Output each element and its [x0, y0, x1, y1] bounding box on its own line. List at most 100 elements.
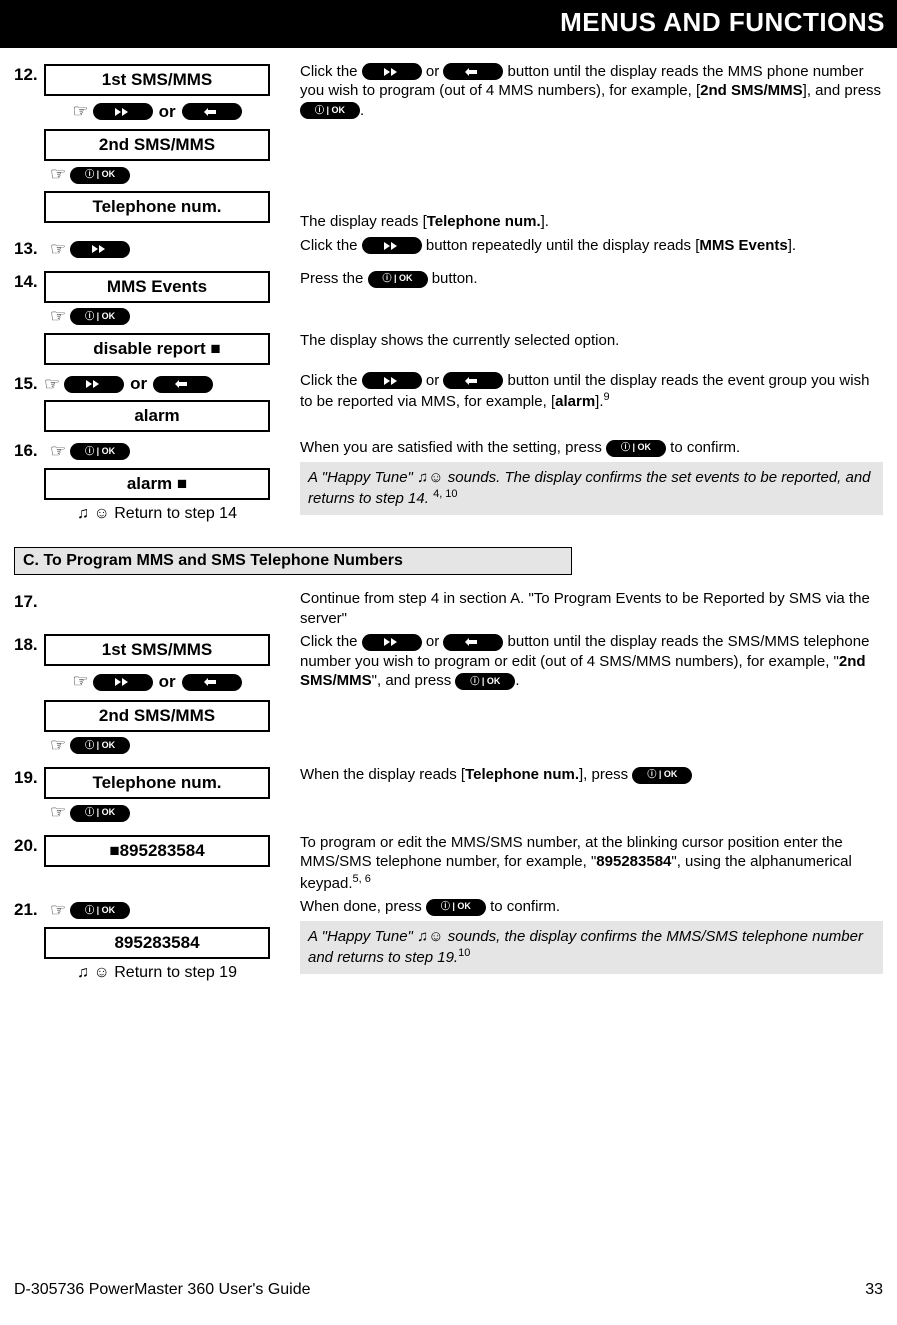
text: . [360, 102, 364, 119]
ok-icon: ⓘ | OK [70, 308, 130, 325]
return-text: ♫ ☺ Return to step 14 [44, 504, 270, 525]
step-13-desc: Click the button repeatedly until the di… [294, 236, 883, 256]
ok-icon: ⓘ | OK [300, 102, 360, 119]
back-icon [443, 63, 503, 80]
forward-icon [70, 241, 130, 258]
display-1st-sms: 1st SMS/MMS [44, 634, 270, 666]
back-icon [443, 372, 503, 389]
happy-tune-note: A "Happy Tune" ♫☺ sounds, the display co… [300, 921, 883, 974]
footnote-ref: 4, 10 [433, 488, 457, 500]
ok-icon: ⓘ | OK [70, 737, 130, 754]
hand-icon: ☞ [50, 801, 66, 824]
or-label: or [159, 671, 176, 693]
content-area: 12. 1st SMS/MMS ☞ or 2nd SMS/MMS ☞ ⓘ | O… [0, 48, 897, 988]
back-icon [182, 674, 242, 691]
hand-icon: ☞ [50, 899, 66, 922]
step-number: 17. [14, 589, 44, 613]
text: or [422, 372, 444, 389]
text: to confirm. [666, 439, 740, 456]
step-14-desc: Press the ⓘ | OK button. [300, 269, 883, 289]
forward-icon [362, 634, 422, 651]
step-number: 18. [14, 632, 44, 656]
forward-icon [93, 103, 153, 120]
hand-icon: ☞ [72, 100, 88, 123]
display-1st-sms: 1st SMS/MMS [44, 64, 270, 96]
text-bold: Telephone num. [465, 766, 579, 783]
back-icon [153, 376, 213, 393]
hand-icon: ☞ [44, 373, 60, 396]
text: When the display reads [ [300, 766, 465, 783]
forward-icon [362, 237, 422, 254]
section-c-header: C. To Program MMS and SMS Telephone Numb… [14, 547, 572, 576]
forward-icon [362, 63, 422, 80]
step-number: 15. [14, 371, 44, 395]
return-text: ♫ ☺ Return to step 19 [44, 963, 270, 984]
display-number-confirmed: 895283584 [44, 927, 270, 959]
page-header: MENUS AND FUNCTIONS [0, 0, 897, 48]
text: or [422, 63, 444, 80]
step-16-desc: When you are satisfied with the setting,… [300, 438, 883, 458]
step-14-desc2: The display shows the currently selected… [300, 331, 883, 351]
display-telephone-num: Telephone num. [44, 767, 270, 799]
text: When done, press [300, 898, 426, 915]
text: A "Happy Tune" [308, 928, 417, 945]
text: Click the [300, 372, 362, 389]
or-label: or [159, 101, 176, 123]
text: . [515, 672, 519, 689]
footnote-ref: 10 [458, 947, 470, 959]
step-15-desc: Click the or button until the display re… [294, 371, 883, 412]
ok-icon: ⓘ | OK [70, 443, 130, 460]
hand-icon: ☞ [50, 305, 66, 328]
hand-icon: ☞ [50, 238, 66, 261]
forward-icon [93, 674, 153, 691]
ok-icon: ⓘ | OK [455, 673, 515, 690]
step-17-desc: Continue from step 4 in section A. "To P… [294, 589, 883, 628]
text-bold: Telephone num. [427, 213, 541, 230]
happy-tune-note: A "Happy Tune" ♫☺ sounds. The display co… [300, 462, 883, 515]
text: or [422, 633, 444, 650]
ok-icon: ⓘ | OK [426, 899, 486, 916]
back-icon [182, 103, 242, 120]
text-bold: MMS Events [699, 237, 787, 254]
text: ]. [788, 237, 796, 254]
or-label: or [130, 373, 147, 395]
text: Click the [300, 237, 362, 254]
step-12-desc: Click the or button until the display re… [300, 62, 883, 121]
display-alarm-selected: alarm ■ [44, 468, 270, 500]
page-footer: D-305736 PowerMaster 360 User's Guide 33 [0, 1266, 897, 1315]
hand-icon: ☞ [72, 670, 88, 693]
step-21-desc: When done, press ⓘ | OK to confirm. [300, 897, 883, 917]
text: to confirm. [486, 898, 560, 915]
ok-icon: ⓘ | OK [70, 902, 130, 919]
ok-icon: ⓘ | OK [70, 805, 130, 822]
text: button repeatedly until the display read… [422, 237, 700, 254]
display-mms-events: MMS Events [44, 271, 270, 303]
footer-title: D-305736 PowerMaster 360 User's Guide [14, 1280, 311, 1301]
text: ], and press [803, 82, 881, 99]
text: When you are satisfied with the setting,… [300, 439, 606, 456]
text: ], press [579, 766, 632, 783]
step-number: 20. [14, 833, 44, 857]
text-bold: alarm [555, 393, 595, 410]
step-18-desc: Click the or button until the display re… [294, 632, 883, 691]
footnote-ref: 5, 6 [353, 873, 371, 885]
page-number: 33 [865, 1280, 883, 1301]
step-number: 19. [14, 765, 44, 789]
text: ", and press [372, 672, 456, 689]
hand-icon: ☞ [50, 440, 66, 463]
display-2nd-sms: 2nd SMS/MMS [44, 700, 270, 732]
text: A "Happy Tune" [308, 469, 417, 486]
step-number: 16. [14, 438, 44, 462]
display-2nd-sms: 2nd SMS/MMS [44, 129, 270, 161]
hand-icon: ☞ [50, 734, 66, 757]
back-icon [443, 634, 503, 651]
text: Press the [300, 270, 368, 287]
step-12-desc2: The display reads [Telephone num.]. [300, 212, 883, 232]
step-number: 21. [14, 897, 44, 921]
ok-icon: ⓘ | OK [606, 440, 666, 457]
ok-icon: ⓘ | OK [632, 767, 692, 784]
step-19-desc: When the display reads [Telephone num.],… [294, 765, 883, 785]
text-bold: 895283584 [596, 853, 671, 870]
text-bold: 2nd SMS/MMS [700, 82, 803, 99]
display-number-entry: ■895283584 [44, 835, 270, 867]
